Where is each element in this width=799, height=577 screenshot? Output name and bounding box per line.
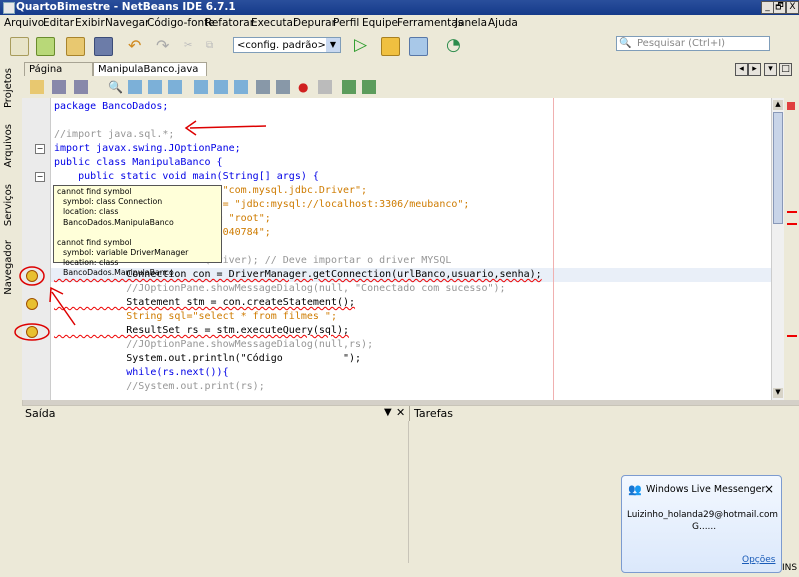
insert-mode: INS <box>782 563 798 573</box>
close-icon[interactable]: ✕ <box>396 406 405 419</box>
messenger-notification[interactable]: 👥 Windows Live Messenger × Luizinho_hola… <box>621 475 782 573</box>
annotation-circle <box>14 323 50 341</box>
close-icon[interactable]: × <box>764 482 774 496</box>
annotation-arrow-head <box>49 286 64 303</box>
minimize-panel-icon[interactable]: ▼ <box>384 407 392 418</box>
notification-title: Windows Live Messenger <box>646 484 766 495</box>
output-saida-area <box>22 421 409 572</box>
tab-tarefas[interactable]: Tarefas <box>414 407 453 420</box>
notification-message: G...... <box>692 522 717 532</box>
annotation-circle <box>19 266 45 286</box>
tab-saida[interactable]: Saída <box>25 407 56 420</box>
notification-email: Luizinho_holanda29@hotmail.com <box>627 510 778 520</box>
annotation-arrow <box>189 125 267 129</box>
options-link[interactable]: Opções <box>742 555 775 565</box>
annotation-arrow <box>51 291 76 326</box>
messenger-icon: 👥 <box>628 483 642 496</box>
